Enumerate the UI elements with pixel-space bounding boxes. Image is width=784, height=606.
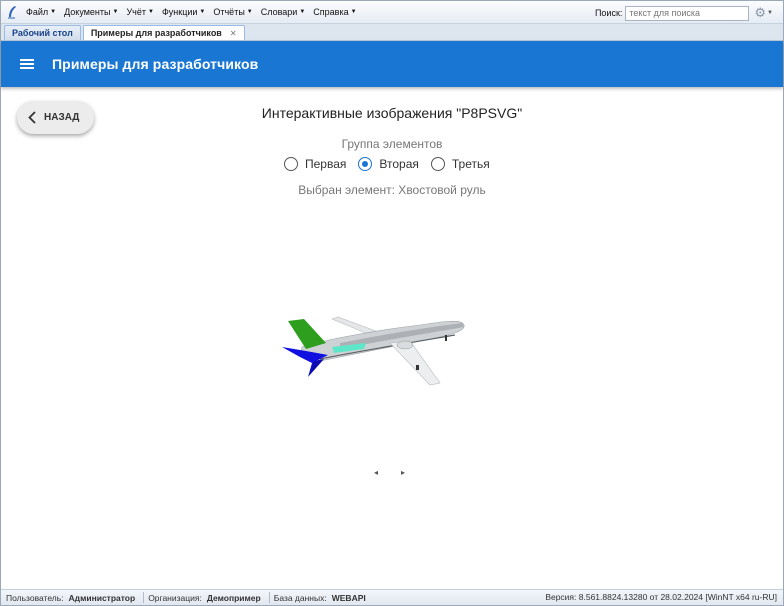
app-header: Примеры для разработчиков <box>1 41 783 87</box>
search-area: Поиск: ⚙▼ <box>595 5 773 21</box>
menu-help[interactable]: Справка ▼ <box>313 7 356 17</box>
menu-dictionaries-label: Словари <box>260 7 298 17</box>
status-db: WEBAPI <box>331 592 366 603</box>
menu-accounting-label: Учёт <box>126 7 146 17</box>
radio-circle[interactable] <box>430 157 445 171</box>
near-wing[interactable] <box>389 340 441 386</box>
chevron-right-icon[interactable]: ▸ <box>401 468 405 477</box>
status-bar: Пользователь: Администратор Организация:… <box>1 589 783 605</box>
radio-circle[interactable] <box>284 157 298 171</box>
radio-third[interactable]: Третья <box>430 157 490 171</box>
header-title: Примеры для разработчиков <box>52 56 259 72</box>
chevron-down-icon: ▼ <box>148 9 154 15</box>
menu-functions[interactable]: Функции ▼ <box>162 7 205 17</box>
status-version: Версия: 8.561.8824.13280 от 28.02.2024 [… <box>545 592 777 602</box>
selected-element-text: Выбран элемент: Хвостовой руль <box>298 183 486 197</box>
menu-functions-label: Функции <box>161 7 198 17</box>
radio-third-label: Третья <box>451 157 490 171</box>
search-input[interactable] <box>625 5 750 21</box>
search-label: Поиск: <box>594 8 623 18</box>
radio-first-label: Первая <box>305 157 347 171</box>
menu-dictionaries[interactable]: Словари ▼ <box>261 7 306 17</box>
divider <box>268 592 270 603</box>
menu-icon[interactable] <box>20 57 34 71</box>
radio-second-label: Вторая <box>379 157 419 171</box>
menu-help-label: Справка <box>313 7 349 17</box>
menu-reports-label: Отчёты <box>213 7 245 17</box>
status-org-label: Организация: <box>148 592 202 603</box>
menu-reports[interactable]: Отчёты ▼ <box>213 7 252 17</box>
chevron-down-icon: ▼ <box>50 9 57 15</box>
vertical-tail[interactable] <box>288 319 326 349</box>
group-label: Группа элементов <box>341 137 443 151</box>
status-org: Демопример <box>206 592 261 603</box>
tab-developer-examples[interactable]: Примеры для разработчиков ✕ <box>82 25 245 40</box>
chevron-down-icon: ▼ <box>112 9 119 15</box>
status-user: Администратор <box>68 592 136 603</box>
chevron-down-icon: ▼ <box>767 10 773 16</box>
menu-file-label: Файл <box>26 7 49 17</box>
airplane-image[interactable] <box>280 313 470 391</box>
radio-second[interactable]: Вторая <box>358 157 419 171</box>
menu-file[interactable]: Файл ▼ <box>26 7 56 17</box>
chevron-down-icon: ▼ <box>199 9 206 15</box>
gear-icon: ⚙ <box>754 5 767 20</box>
chevron-left-icon[interactable]: ◂ <box>374 468 378 477</box>
menu-accounting[interactable]: Учёт ▼ <box>126 7 154 17</box>
menu-bar: Файл ▼ Документы ▼ Учёт ▼ Функции ▼ Отчёты ▼ … <box>1 1 783 24</box>
menu-documents[interactable]: Документы ▼ <box>64 7 118 17</box>
chevron-down-icon: ▼ <box>246 9 253 15</box>
engine[interactable] <box>396 340 414 350</box>
close-icon[interactable]: ✕ <box>230 29 237 38</box>
chevron-down-icon: ▼ <box>350 9 357 15</box>
settings-button[interactable]: ⚙ ▼ <box>754 5 773 21</box>
tab-bar: Рабочий стол Примеры для разработчиков ✕ <box>1 24 783 41</box>
tab-developer-examples-label: Примеры для разработчиков <box>90 28 222 38</box>
status-db-label: База данных: <box>273 592 327 603</box>
chevron-down-icon: ▼ <box>299 9 306 15</box>
app-logo-icon <box>8 6 16 19</box>
page-title: Интерактивные изображения "P8PSVG" <box>261 105 523 121</box>
divider <box>143 592 145 603</box>
radio-first[interactable]: Первая <box>284 157 346 171</box>
menu-documents-label: Документы <box>64 7 111 17</box>
tab-desktop-label: Рабочий стол <box>12 28 73 38</box>
image-pager: ◂ ▸ <box>374 468 428 477</box>
radio-group: Первая Вторая Третья <box>284 157 502 171</box>
tab-desktop[interactable]: Рабочий стол <box>4 25 81 40</box>
status-user-label: Пользователь: <box>6 592 64 603</box>
radio-circle-checked[interactable] <box>358 157 373 171</box>
